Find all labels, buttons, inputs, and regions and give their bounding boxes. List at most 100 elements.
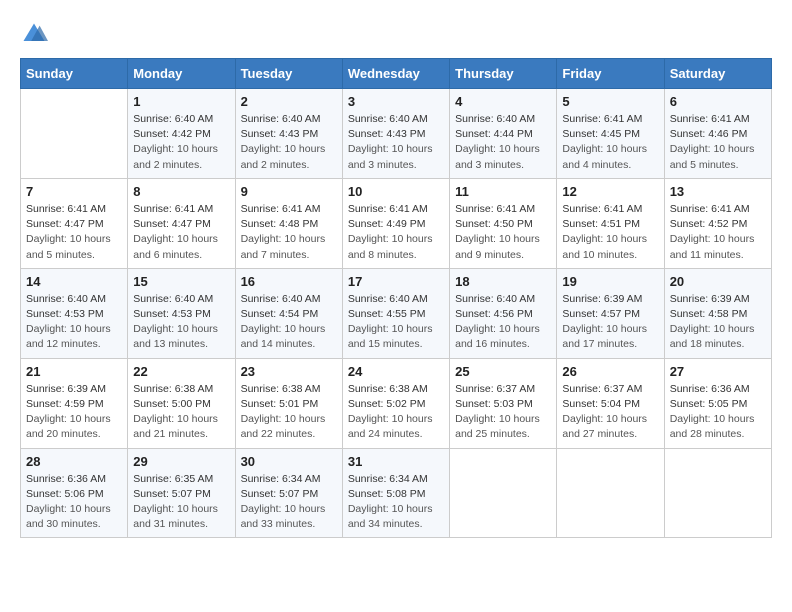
day-cell: 27 Sunrise: 6:36 AMSunset: 5:05 PMDaylig… bbox=[664, 358, 771, 448]
day-cell: 16 Sunrise: 6:40 AMSunset: 4:54 PMDaylig… bbox=[235, 268, 342, 358]
day-number: 23 bbox=[241, 364, 337, 379]
daylight-info: Daylight: 10 hours and 16 minutes. bbox=[455, 323, 540, 350]
day-cell bbox=[21, 89, 128, 179]
daylight-info: Daylight: 10 hours and 24 minutes. bbox=[348, 413, 433, 440]
day-cell: 31 Sunrise: 6:34 AMSunset: 5:08 PMDaylig… bbox=[342, 448, 449, 538]
day-number: 18 bbox=[455, 274, 551, 289]
calendar-table: SundayMondayTuesdayWednesdayThursdayFrid… bbox=[20, 58, 772, 538]
day-info: Sunrise: 6:41 AMSunset: 4:47 PMDaylight:… bbox=[133, 202, 229, 263]
calendar-header: SundayMondayTuesdayWednesdayThursdayFrid… bbox=[21, 59, 772, 89]
day-cell: 23 Sunrise: 6:38 AMSunset: 5:01 PMDaylig… bbox=[235, 358, 342, 448]
day-cell: 26 Sunrise: 6:37 AMSunset: 5:04 PMDaylig… bbox=[557, 358, 664, 448]
day-info: Sunrise: 6:40 AMSunset: 4:43 PMDaylight:… bbox=[348, 112, 444, 173]
day-info: Sunrise: 6:41 AMSunset: 4:51 PMDaylight:… bbox=[562, 202, 658, 263]
day-number: 14 bbox=[26, 274, 122, 289]
day-number: 1 bbox=[133, 94, 229, 109]
day-number: 10 bbox=[348, 184, 444, 199]
day-info: Sunrise: 6:40 AMSunset: 4:53 PMDaylight:… bbox=[26, 292, 122, 353]
week-row-4: 28 Sunrise: 6:36 AMSunset: 5:06 PMDaylig… bbox=[21, 448, 772, 538]
day-cell: 20 Sunrise: 6:39 AMSunset: 4:58 PMDaylig… bbox=[664, 268, 771, 358]
day-number: 28 bbox=[26, 454, 122, 469]
logo bbox=[20, 20, 52, 48]
day-number: 22 bbox=[133, 364, 229, 379]
week-row-1: 7 Sunrise: 6:41 AMSunset: 4:47 PMDayligh… bbox=[21, 178, 772, 268]
day-info: Sunrise: 6:41 AMSunset: 4:50 PMDaylight:… bbox=[455, 202, 551, 263]
day-number: 16 bbox=[241, 274, 337, 289]
week-row-0: 1 Sunrise: 6:40 AMSunset: 4:42 PMDayligh… bbox=[21, 89, 772, 179]
logo-icon bbox=[20, 20, 48, 48]
day-info: Sunrise: 6:41 AMSunset: 4:45 PMDaylight:… bbox=[562, 112, 658, 173]
daylight-info: Daylight: 10 hours and 7 minutes. bbox=[241, 233, 326, 260]
day-info: Sunrise: 6:39 AMSunset: 4:59 PMDaylight:… bbox=[26, 382, 122, 443]
daylight-info: Daylight: 10 hours and 17 minutes. bbox=[562, 323, 647, 350]
day-info: Sunrise: 6:40 AMSunset: 4:55 PMDaylight:… bbox=[348, 292, 444, 353]
daylight-info: Daylight: 10 hours and 5 minutes. bbox=[670, 143, 755, 170]
day-cell: 1 Sunrise: 6:40 AMSunset: 4:42 PMDayligh… bbox=[128, 89, 235, 179]
daylight-info: Daylight: 10 hours and 11 minutes. bbox=[670, 233, 755, 260]
day-number: 15 bbox=[133, 274, 229, 289]
day-info: Sunrise: 6:39 AMSunset: 4:57 PMDaylight:… bbox=[562, 292, 658, 353]
daylight-info: Daylight: 10 hours and 30 minutes. bbox=[26, 503, 111, 530]
daylight-info: Daylight: 10 hours and 9 minutes. bbox=[455, 233, 540, 260]
daylight-info: Daylight: 10 hours and 15 minutes. bbox=[348, 323, 433, 350]
day-cell: 17 Sunrise: 6:40 AMSunset: 4:55 PMDaylig… bbox=[342, 268, 449, 358]
day-cell: 11 Sunrise: 6:41 AMSunset: 4:50 PMDaylig… bbox=[450, 178, 557, 268]
day-cell: 5 Sunrise: 6:41 AMSunset: 4:45 PMDayligh… bbox=[557, 89, 664, 179]
daylight-info: Daylight: 10 hours and 3 minutes. bbox=[348, 143, 433, 170]
day-number: 25 bbox=[455, 364, 551, 379]
day-number: 4 bbox=[455, 94, 551, 109]
daylight-info: Daylight: 10 hours and 31 minutes. bbox=[133, 503, 218, 530]
day-number: 9 bbox=[241, 184, 337, 199]
daylight-info: Daylight: 10 hours and 25 minutes. bbox=[455, 413, 540, 440]
day-number: 8 bbox=[133, 184, 229, 199]
daylight-info: Daylight: 10 hours and 2 minutes. bbox=[241, 143, 326, 170]
day-cell: 13 Sunrise: 6:41 AMSunset: 4:52 PMDaylig… bbox=[664, 178, 771, 268]
daylight-info: Daylight: 10 hours and 13 minutes. bbox=[133, 323, 218, 350]
daylight-info: Daylight: 10 hours and 6 minutes. bbox=[133, 233, 218, 260]
weekday-thursday: Thursday bbox=[450, 59, 557, 89]
day-info: Sunrise: 6:34 AMSunset: 5:07 PMDaylight:… bbox=[241, 472, 337, 533]
day-number: 19 bbox=[562, 274, 658, 289]
daylight-info: Daylight: 10 hours and 12 minutes. bbox=[26, 323, 111, 350]
day-cell: 15 Sunrise: 6:40 AMSunset: 4:53 PMDaylig… bbox=[128, 268, 235, 358]
daylight-info: Daylight: 10 hours and 27 minutes. bbox=[562, 413, 647, 440]
day-info: Sunrise: 6:38 AMSunset: 5:00 PMDaylight:… bbox=[133, 382, 229, 443]
day-info: Sunrise: 6:41 AMSunset: 4:48 PMDaylight:… bbox=[241, 202, 337, 263]
day-cell bbox=[664, 448, 771, 538]
week-row-2: 14 Sunrise: 6:40 AMSunset: 4:53 PMDaylig… bbox=[21, 268, 772, 358]
day-number: 30 bbox=[241, 454, 337, 469]
day-cell: 18 Sunrise: 6:40 AMSunset: 4:56 PMDaylig… bbox=[450, 268, 557, 358]
day-cell: 28 Sunrise: 6:36 AMSunset: 5:06 PMDaylig… bbox=[21, 448, 128, 538]
day-info: Sunrise: 6:34 AMSunset: 5:08 PMDaylight:… bbox=[348, 472, 444, 533]
day-cell: 21 Sunrise: 6:39 AMSunset: 4:59 PMDaylig… bbox=[21, 358, 128, 448]
day-cell: 8 Sunrise: 6:41 AMSunset: 4:47 PMDayligh… bbox=[128, 178, 235, 268]
day-number: 24 bbox=[348, 364, 444, 379]
day-info: Sunrise: 6:36 AMSunset: 5:06 PMDaylight:… bbox=[26, 472, 122, 533]
day-cell: 7 Sunrise: 6:41 AMSunset: 4:47 PMDayligh… bbox=[21, 178, 128, 268]
daylight-info: Daylight: 10 hours and 3 minutes. bbox=[455, 143, 540, 170]
day-number: 31 bbox=[348, 454, 444, 469]
week-row-3: 21 Sunrise: 6:39 AMSunset: 4:59 PMDaylig… bbox=[21, 358, 772, 448]
weekday-sunday: Sunday bbox=[21, 59, 128, 89]
day-cell: 14 Sunrise: 6:40 AMSunset: 4:53 PMDaylig… bbox=[21, 268, 128, 358]
daylight-info: Daylight: 10 hours and 22 minutes. bbox=[241, 413, 326, 440]
day-info: Sunrise: 6:40 AMSunset: 4:54 PMDaylight:… bbox=[241, 292, 337, 353]
day-number: 20 bbox=[670, 274, 766, 289]
day-cell: 4 Sunrise: 6:40 AMSunset: 4:44 PMDayligh… bbox=[450, 89, 557, 179]
daylight-info: Daylight: 10 hours and 8 minutes. bbox=[348, 233, 433, 260]
weekday-tuesday: Tuesday bbox=[235, 59, 342, 89]
day-cell: 24 Sunrise: 6:38 AMSunset: 5:02 PMDaylig… bbox=[342, 358, 449, 448]
day-info: Sunrise: 6:37 AMSunset: 5:03 PMDaylight:… bbox=[455, 382, 551, 443]
weekday-friday: Friday bbox=[557, 59, 664, 89]
day-number: 3 bbox=[348, 94, 444, 109]
daylight-info: Daylight: 10 hours and 33 minutes. bbox=[241, 503, 326, 530]
day-cell: 19 Sunrise: 6:39 AMSunset: 4:57 PMDaylig… bbox=[557, 268, 664, 358]
day-info: Sunrise: 6:37 AMSunset: 5:04 PMDaylight:… bbox=[562, 382, 658, 443]
day-number: 12 bbox=[562, 184, 658, 199]
day-info: Sunrise: 6:36 AMSunset: 5:05 PMDaylight:… bbox=[670, 382, 766, 443]
day-number: 5 bbox=[562, 94, 658, 109]
day-number: 6 bbox=[670, 94, 766, 109]
daylight-info: Daylight: 10 hours and 34 minutes. bbox=[348, 503, 433, 530]
day-info: Sunrise: 6:35 AMSunset: 5:07 PMDaylight:… bbox=[133, 472, 229, 533]
day-cell bbox=[557, 448, 664, 538]
